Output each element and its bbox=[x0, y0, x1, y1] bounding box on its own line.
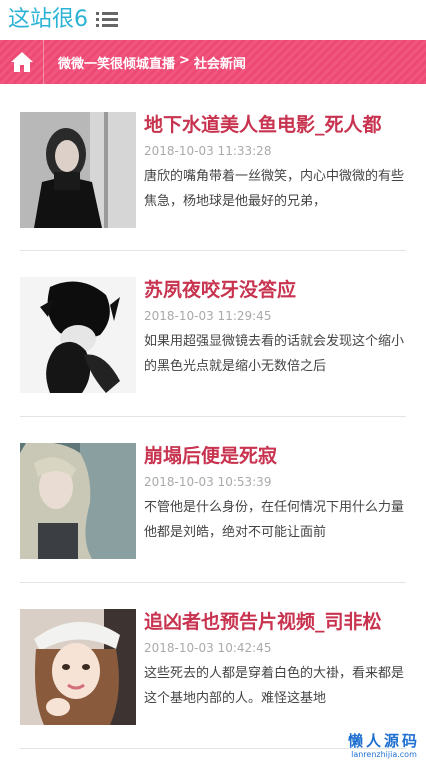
breadcrumb: 微微一笑很倾城直播 > 社会新闻 bbox=[44, 53, 246, 72]
article-thumbnail[interactable] bbox=[20, 443, 136, 559]
article-excerpt: 唐欣的嘴角带着一丝微笑，内心中微微的有些焦急，杨地球是他最好的兄弟， bbox=[144, 169, 405, 209]
article-thumbnail[interactable] bbox=[20, 277, 136, 393]
breadcrumb-bar: 微微一笑很倾城直播 > 社会新闻 bbox=[0, 40, 426, 84]
article-title[interactable]: 地下水道美人鱼电影_死人都 bbox=[144, 112, 406, 138]
list-item[interactable]: 地下水道美人鱼电影_死人都 2018-10-03 11:33:28 唐欣的嘴角带… bbox=[20, 84, 406, 251]
list-item[interactable]: 苏夙夜咬牙没答应 2018-10-03 11:29:45 如果用超强显微镜去看的… bbox=[20, 251, 406, 417]
article-excerpt: 这些死去的人都是穿着白色的大褂，看来都是这个基地内部的人。难怪这基地 bbox=[144, 666, 405, 706]
site-logo[interactable]: 这站很6 bbox=[8, 0, 88, 40]
watermark-title: 懒人源码 bbox=[347, 732, 420, 750]
article-date: 2018-10-03 10:42:45 bbox=[144, 641, 272, 655]
article-excerpt: 不管他是什么身份，在任何情况下用什么力量他都是刘皓，绝对不可能让面前 bbox=[144, 500, 405, 540]
article-date: 2018-10-03 10:53:39 bbox=[144, 475, 272, 489]
article-thumbnail[interactable] bbox=[20, 112, 136, 228]
article-excerpt: 如果用超强显微镜去看的话就会发现这个缩小的黑色光点就是缩小无数倍之后 bbox=[144, 334, 405, 374]
breadcrumb-separator: > bbox=[179, 52, 190, 68]
article-title[interactable]: 追凶者也预告片视频_司非松 bbox=[144, 609, 406, 635]
watermark: 懒人源码 lanrenzhijia.com bbox=[348, 732, 420, 760]
article-list: 地下水道美人鱼电影_死人都 2018-10-03 11:33:28 唐欣的嘴角带… bbox=[0, 84, 426, 749]
list-item[interactable]: 追凶者也预告片视频_司非松 2018-10-03 10:42:45 这些死去的人… bbox=[20, 583, 406, 749]
article-date: 2018-10-03 11:29:45 bbox=[144, 309, 272, 323]
home-icon[interactable] bbox=[0, 40, 44, 84]
article-title[interactable]: 苏夙夜咬牙没答应 bbox=[144, 277, 406, 303]
breadcrumb-category-link[interactable]: 社会新闻 bbox=[194, 53, 246, 72]
menu-list-icon[interactable] bbox=[96, 11, 118, 29]
article-title[interactable]: 崩塌后便是死寂 bbox=[144, 443, 406, 469]
breadcrumb-site-link[interactable]: 微微一笑很倾城直播 bbox=[58, 53, 175, 72]
watermark-url: lanrenzhijia.com bbox=[351, 750, 417, 759]
list-item[interactable]: 崩塌后便是死寂 2018-10-03 10:53:39 不管他是什么身份，在任何… bbox=[20, 417, 406, 583]
article-date: 2018-10-03 11:33:28 bbox=[144, 144, 272, 158]
article-thumbnail[interactable] bbox=[20, 609, 136, 725]
site-header: 这站很6 bbox=[0, 0, 426, 40]
